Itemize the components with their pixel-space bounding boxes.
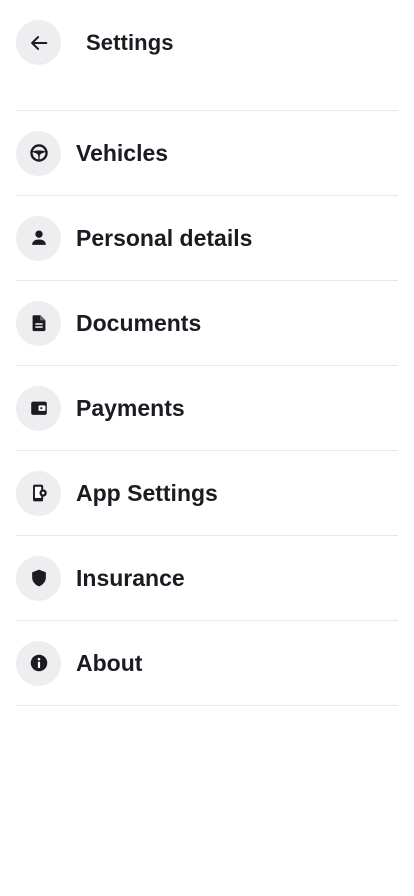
menu-item-icon-wrapper [16,640,61,686]
menu-item-insurance[interactable]: Insurance [16,536,398,621]
person-icon [31,230,46,245]
menu-item-icon-wrapper [16,215,61,261]
settings-menu: Vehicles Personal details Documents Paym… [16,110,398,706]
shield-icon [31,569,46,587]
phone-settings-icon [32,484,47,502]
menu-item-payments[interactable]: Payments [16,366,398,451]
menu-item-icon-wrapper [16,470,61,516]
menu-item-label: Insurance [76,564,185,591]
back-button[interactable] [16,20,61,65]
menu-item-personal-details[interactable]: Personal details [16,196,398,281]
menu-item-label: Vehicles [76,139,169,166]
menu-item-icon-wrapper [16,385,61,431]
steering-wheel-icon [29,144,48,162]
document-icon [32,315,45,332]
header: Settings [16,20,174,65]
menu-item-icon-wrapper [16,300,61,346]
menu-item-about[interactable]: About [16,621,398,706]
arrow-left-icon [30,35,47,50]
menu-item-app-settings[interactable]: App Settings [16,451,398,536]
menu-item-icon-wrapper [16,130,61,176]
menu-item-label: Payments [76,394,185,421]
menu-item-icon-wrapper [16,555,61,601]
page-title: Settings [86,29,174,55]
menu-item-label: About [76,649,143,676]
menu-item-documents[interactable]: Documents [16,281,398,366]
menu-item-label: Personal details [76,224,253,251]
menu-item-label: Documents [76,309,202,336]
menu-item-vehicles[interactable]: Vehicles [16,111,398,196]
wallet-icon [30,401,47,415]
info-icon [30,654,47,672]
menu-item-label: App Settings [76,479,218,506]
